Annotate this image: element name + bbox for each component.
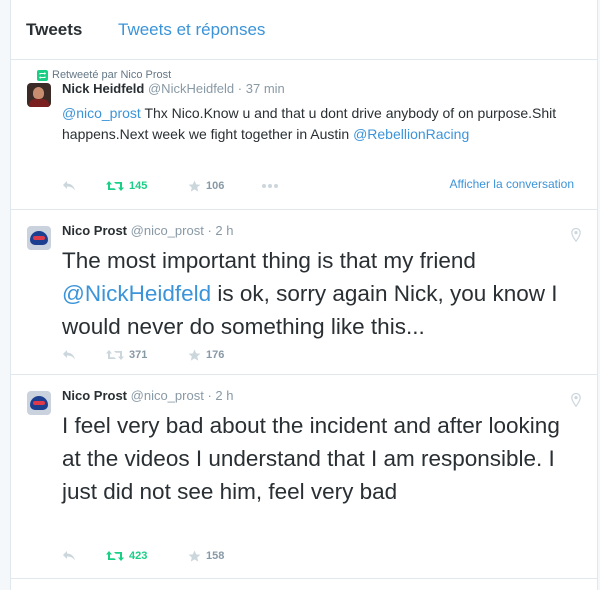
favorite-icon xyxy=(188,550,201,562)
avatar[interactable] xyxy=(27,391,51,415)
reply-icon xyxy=(63,181,75,191)
fullname[interactable]: Nico Prost xyxy=(62,223,127,238)
fullname[interactable]: Nick Heidfeld xyxy=(62,81,144,96)
retweet-icon xyxy=(106,181,124,191)
tweet-text: I feel very bad about the incident and a… xyxy=(62,413,560,504)
retweet-icon xyxy=(37,69,48,81)
reply-icon xyxy=(63,350,75,360)
retweet-context-label[interactable]: Retweeté par Nico Prost xyxy=(52,68,171,82)
tweet-actions: 145 106 Afficher la conversation xyxy=(62,177,574,194)
favorite-icon xyxy=(188,349,201,361)
tweet-text: @nico_prost Thx Nico.Know u and that u d… xyxy=(62,103,582,145)
favorite-button[interactable]: 158 xyxy=(188,548,224,564)
more-icon xyxy=(262,184,278,188)
avatar[interactable] xyxy=(27,83,51,107)
location-pin-icon[interactable] xyxy=(571,228,581,242)
username[interactable]: @nico_prost xyxy=(131,388,204,403)
separator-dot: · xyxy=(237,81,243,96)
retweet-count: 145 xyxy=(129,180,148,192)
timestamp[interactable]: 2 h xyxy=(215,223,233,238)
timestamp[interactable]: 37 min xyxy=(246,81,285,96)
show-conversation-link[interactable]: Afficher la conversation xyxy=(449,177,574,191)
reply-button[interactable] xyxy=(62,548,76,564)
tweet-text: The most important thing is that my frie… xyxy=(62,244,582,343)
favorite-icon xyxy=(188,180,201,192)
username[interactable]: @NickHeidfeld xyxy=(148,81,234,96)
favorite-count: 176 xyxy=(206,349,225,361)
retweet-button[interactable]: 423 xyxy=(106,548,147,564)
separator-dot: · xyxy=(207,223,212,238)
tweet-actions: 371 176 xyxy=(62,347,574,363)
favorite-button[interactable]: 176 xyxy=(188,347,224,363)
tweet-actions: 423 158 xyxy=(62,548,574,564)
reply-button[interactable] xyxy=(62,347,76,363)
tweet-header: Nico Prost @nico_prost · 2 h xyxy=(62,388,234,404)
tab-tweets[interactable]: Tweets xyxy=(26,20,82,40)
favorite-button[interactable]: 106 xyxy=(188,178,224,194)
timeline: Tweets Tweets et réponses Retweeté par N… xyxy=(10,0,598,590)
mention-link[interactable]: @nico_prost xyxy=(62,105,141,121)
retweet-icon xyxy=(106,350,124,360)
reply-button[interactable] xyxy=(62,178,76,194)
timestamp[interactable]: 2 h xyxy=(215,388,233,403)
favorite-count: 106 xyxy=(206,180,225,192)
retweet-icon xyxy=(106,551,124,561)
mention-link[interactable]: @NickHeidfeld xyxy=(62,281,211,306)
retweet-button[interactable]: 145 xyxy=(106,178,147,194)
mention-link[interactable]: @RebellionRacing xyxy=(353,126,469,142)
username[interactable]: @nico_prost xyxy=(131,223,204,238)
reply-icon xyxy=(63,551,75,561)
separator-dot: · xyxy=(207,388,212,403)
retweet-count: 371 xyxy=(129,349,148,361)
fullname[interactable]: Nico Prost xyxy=(62,388,127,403)
avatar[interactable] xyxy=(27,226,51,250)
more-button[interactable] xyxy=(261,178,279,194)
retweet-context: Retweeté par Nico Prost xyxy=(37,68,171,82)
profile-tabs: Tweets Tweets et réponses xyxy=(11,0,597,60)
tweet-header: Nick Heidfeld @NickHeidfeld · 37 min xyxy=(62,81,285,97)
favorite-count: 158 xyxy=(206,550,225,562)
location-pin-icon[interactable] xyxy=(571,393,581,407)
retweet-button[interactable]: 371 xyxy=(106,347,147,363)
tweet-header: Nico Prost @nico_prost · 2 h xyxy=(62,223,234,239)
tweet-text-body: The most important thing is that my frie… xyxy=(62,248,476,273)
tab-tweets-and-replies[interactable]: Tweets et réponses xyxy=(118,20,265,40)
retweet-count: 423 xyxy=(129,550,148,562)
